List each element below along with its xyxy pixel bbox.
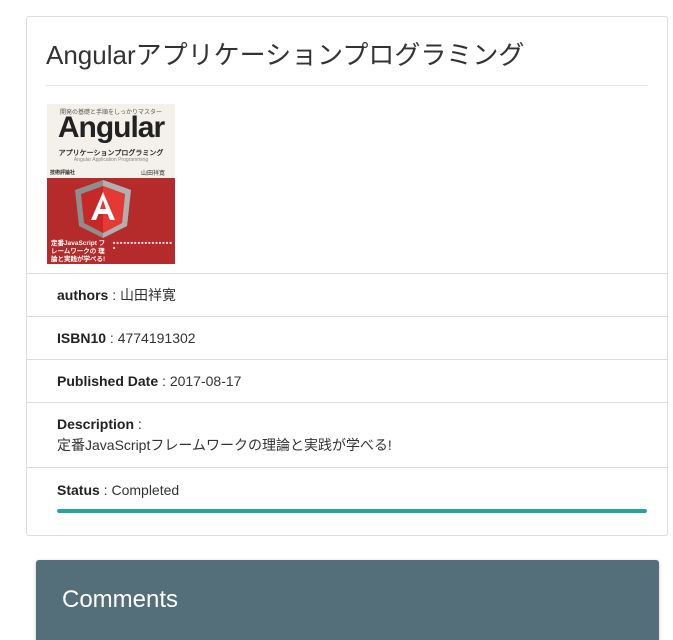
isbn-label: ISBN10	[57, 330, 107, 346]
status-row: Status : Completed	[27, 467, 667, 535]
authors-row: authors : 山田祥寛	[27, 273, 667, 316]
status-value: Completed	[111, 482, 180, 498]
comments-panel: Comments	[36, 560, 659, 640]
isbn-row: ISBN10 : 4774191302	[27, 316, 667, 359]
cover-publisher: 技術評論社	[50, 170, 76, 176]
published-date-label: Published Date	[57, 373, 159, 389]
book-cover-image: 開発の基礎と手順をしっかりマスター Angular アプリケーションプログラミン…	[47, 104, 175, 264]
comments-title: Comments	[62, 586, 179, 613]
status-progress-bar	[57, 509, 647, 513]
authors-label: authors	[57, 287, 109, 303]
book-title: Angularアプリケーションプログラミング	[46, 39, 648, 86]
cover-subtitle-en: Angular Application Programming	[73, 157, 149, 163]
cover-author: 山田祥寛	[140, 171, 165, 177]
published-date-row: Published Date : 2017-08-17	[27, 359, 667, 402]
cover-word: Angular	[57, 111, 165, 144]
description-value: 定番JavaScriptフレームワークの理論と実践が学べる!	[57, 437, 392, 453]
book-card: Angularアプリケーションプログラミング 開発の基礎と手順をしっかりマスター…	[26, 16, 668, 536]
status-label: Status	[57, 482, 100, 498]
authors-value: 山田祥寛	[120, 287, 177, 303]
description-row: Description : 定番JavaScriptフレームワークの理論と実践が…	[27, 402, 667, 467]
angular-shield-icon	[75, 180, 131, 238]
cover-tagline: 定番JavaScript フレームワークの 理論と実践が学べる!	[51, 240, 106, 263]
isbn-value: 4774191302	[117, 330, 196, 346]
published-date-value: 2017-08-17	[169, 373, 242, 389]
status-progress-fill	[57, 509, 647, 513]
description-label: Description	[57, 416, 135, 432]
